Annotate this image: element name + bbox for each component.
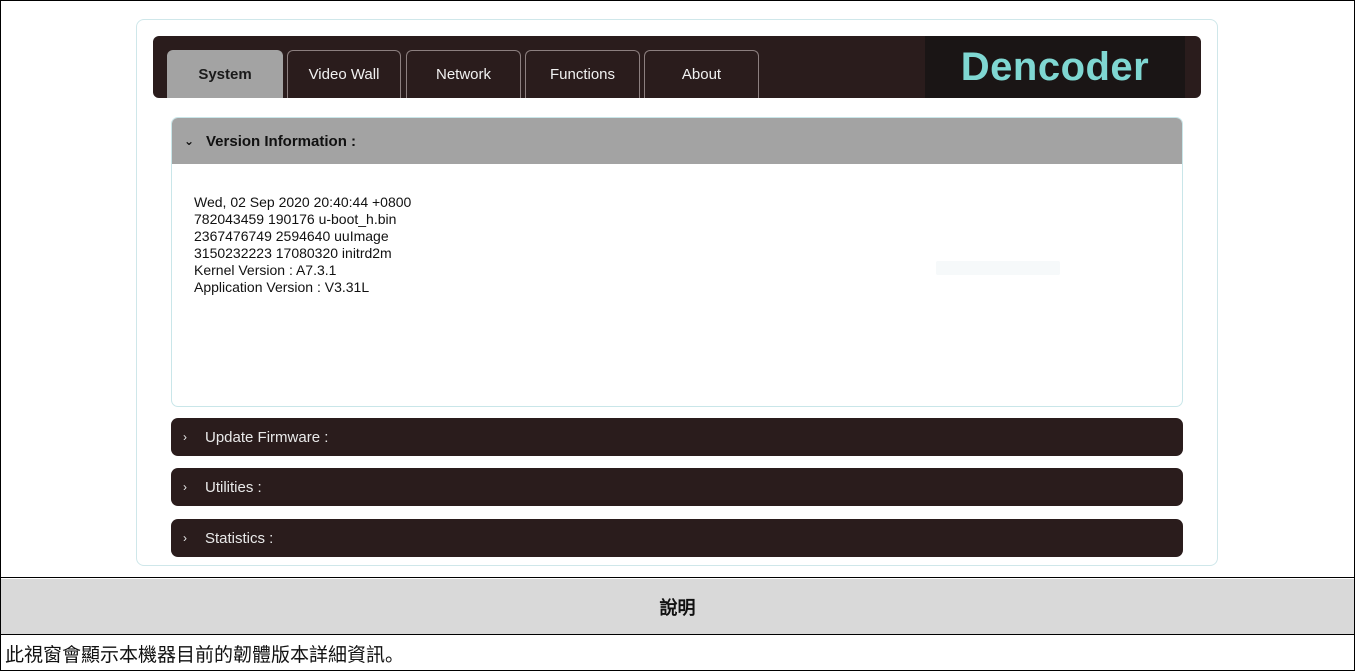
screenshot-cell: System Video Wall Network Functions Abou… <box>1 1 1354 578</box>
update-firmware-panel[interactable]: › Update Firmware : <box>171 418 1183 456</box>
chevron-right-icon: › <box>183 480 187 494</box>
version-line: Application Version : V3.31L <box>194 279 370 295</box>
caption-header: 說明 <box>1 579 1354 635</box>
version-information-body: Wed, 02 Sep 2020 20:40:44 +0800 78204345… <box>172 164 1182 296</box>
statistics-panel[interactable]: › Statistics : <box>171 519 1183 557</box>
tab-bar: System Video Wall Network Functions Abou… <box>153 36 1201 98</box>
version-line: 3150232223 17080320 initrd2m <box>194 245 392 261</box>
version-line: Wed, 02 Sep 2020 20:40:44 +0800 <box>194 194 412 210</box>
chevron-down-icon: ⌄ <box>184 134 195 148</box>
utilities-title: Utilities : <box>205 478 262 496</box>
version-line: 2367476749 2594640 uuImage <box>194 228 389 244</box>
document-table: System Video Wall Network Functions Abou… <box>0 0 1355 671</box>
version-information-header[interactable]: ⌄ Version Information : <box>172 118 1182 164</box>
utilities-header[interactable]: › Utilities : <box>171 468 1183 506</box>
version-line: 782043459 190176 u-boot_h.bin <box>194 211 397 227</box>
tab-network[interactable]: Network <box>406 50 521 98</box>
statistics-header[interactable]: › Statistics : <box>171 519 1183 557</box>
chevron-right-icon: › <box>183 531 187 545</box>
app-panel: System Video Wall Network Functions Abou… <box>136 19 1218 566</box>
faint-placeholder-bar <box>936 261 1060 275</box>
statistics-title: Statistics : <box>205 529 274 547</box>
tab-system[interactable]: System <box>167 50 283 98</box>
update-firmware-title: Update Firmware : <box>205 428 329 446</box>
version-information-title: Version Information : <box>206 132 357 150</box>
caption-body: 此視窗會顯示本機器目前的韌體版本詳細資訊。 <box>5 643 405 666</box>
utilities-panel[interactable]: › Utilities : <box>171 468 1183 506</box>
tab-video-wall[interactable]: Video Wall <box>287 50 401 98</box>
brand-logo: Dencoder <box>925 36 1185 98</box>
tab-functions[interactable]: Functions <box>525 50 640 98</box>
tab-about[interactable]: About <box>644 50 759 98</box>
chevron-right-icon: › <box>183 430 187 444</box>
update-firmware-header[interactable]: › Update Firmware : <box>171 418 1183 456</box>
version-information-panel: ⌄ Version Information : Wed, 02 Sep 2020… <box>171 117 1183 407</box>
